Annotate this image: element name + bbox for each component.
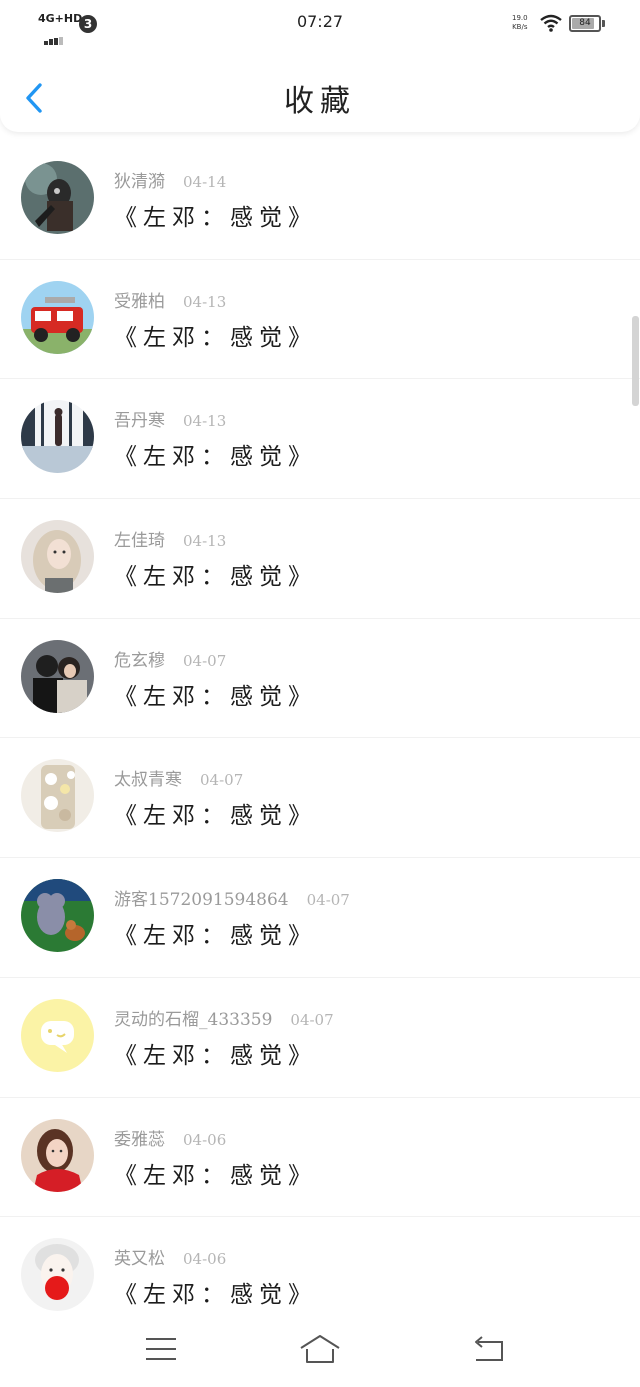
home-button[interactable] bbox=[298, 1332, 342, 1366]
favorite-item[interactable]: 太叔青寒 04-07 《左邓：感觉》 bbox=[0, 738, 640, 859]
avatar[interactable] bbox=[21, 759, 94, 833]
wifi-icon bbox=[540, 14, 562, 32]
user-name: 游客1572091594864 bbox=[114, 890, 289, 911]
avatar-image bbox=[21, 1238, 94, 1312]
avatar[interactable] bbox=[21, 400, 94, 474]
back-icon bbox=[475, 1336, 503, 1361]
item-meta: 委雅蕊 04-06 bbox=[114, 1125, 226, 1150]
avatar-image bbox=[21, 280, 94, 354]
avatar-image bbox=[21, 520, 94, 594]
avatar[interactable] bbox=[21, 1118, 94, 1192]
favorite-title[interactable]: 《左邓：感觉》 bbox=[114, 198, 317, 232]
favorite-title[interactable]: 《左邓：感觉》 bbox=[114, 1156, 317, 1190]
item-date: 04-07 bbox=[290, 1010, 334, 1029]
system-nav-bar bbox=[0, 1318, 640, 1387]
item-meta: 左佳琦 04-13 bbox=[114, 526, 226, 551]
scrollbar[interactable] bbox=[632, 316, 639, 406]
user-name: 狄清漪 bbox=[114, 172, 165, 192]
item-date: 04-13 bbox=[183, 292, 227, 311]
page-title: 收藏 bbox=[284, 84, 356, 119]
item-meta: 游客1572091594864 04-07 bbox=[114, 885, 350, 910]
user-name: 左佳琦 bbox=[114, 531, 165, 552]
item-date: 04-07 bbox=[183, 651, 227, 670]
item-meta: 危玄穆 04-07 bbox=[114, 646, 226, 671]
battery-icon: 84 bbox=[569, 15, 601, 32]
favorites-screen: 4G+HD 3 07:27 19.0 KB/s 84 收藏 狄清漪 04-14 … bbox=[0, 0, 640, 1387]
favorite-item[interactable]: 危玄穆 04-07 《左邓：感觉》 bbox=[0, 619, 640, 739]
item-meta: 灵动的石榴_433359 04-07 bbox=[114, 1005, 334, 1030]
favorite-title[interactable]: 《左邓：感觉》 bbox=[114, 1036, 317, 1070]
user-name: 灵动的石榴_433359 bbox=[114, 1009, 273, 1030]
item-date: 04-13 bbox=[183, 412, 227, 431]
item-date: 04-13 bbox=[183, 532, 227, 551]
favorite-item[interactable]: 灵动的石榴_433359 04-07 《左邓：感觉》 bbox=[0, 978, 640, 1098]
avatar-image bbox=[21, 1118, 94, 1192]
home-icon bbox=[300, 1335, 340, 1363]
favorites-list: 狄清漪 04-14 《左邓：感觉》 受雅柏 04-13 《左邓：感觉》 吾丹寒 04-13 《左… bbox=[0, 140, 640, 1337]
item-meta: 吾丹寒 04-13 bbox=[114, 406, 226, 431]
avatar[interactable] bbox=[21, 639, 94, 713]
favorite-title[interactable]: 《左邓：感觉》 bbox=[114, 796, 317, 830]
item-meta: 英又松 04-06 bbox=[114, 1244, 226, 1269]
favorite-title[interactable]: 《左邓：感觉》 bbox=[114, 318, 317, 352]
avatar[interactable] bbox=[21, 520, 94, 594]
item-meta: 太叔青寒 04-07 bbox=[114, 765, 243, 790]
favorite-title[interactable]: 《左邓：感觉》 bbox=[114, 1275, 317, 1309]
user-name: 委雅蕊 bbox=[114, 1129, 165, 1150]
avatar[interactable] bbox=[21, 1238, 94, 1312]
item-date: 04-07 bbox=[306, 891, 350, 910]
favorite-item[interactable]: 左佳琦 04-13 《左邓：感觉》 bbox=[0, 499, 640, 619]
avatar[interactable] bbox=[21, 879, 94, 953]
back-nav-button[interactable] bbox=[466, 1332, 510, 1366]
favorite-item[interactable]: 游客1572091594864 04-07 《左邓：感觉》 bbox=[0, 858, 640, 978]
menu-icon bbox=[146, 1338, 176, 1360]
user-name: 太叔青寒 bbox=[114, 770, 182, 791]
favorite-item[interactable]: 委雅蕊 04-06 《左邓：感觉》 bbox=[0, 1098, 640, 1218]
favorite-item[interactable]: 受雅柏 04-13 《左邓：感觉》 bbox=[0, 260, 640, 380]
avatar-image bbox=[21, 639, 94, 713]
avatar[interactable] bbox=[21, 161, 94, 234]
item-meta: 狄清漪 04-14 bbox=[114, 167, 226, 192]
header: 4G+HD 3 07:27 19.0 KB/s 84 收藏 bbox=[0, 0, 640, 132]
avatar-image bbox=[21, 759, 94, 833]
status-bar: 4G+HD 3 07:27 19.0 KB/s 84 bbox=[0, 0, 640, 45]
user-name: 吾丹寒 bbox=[114, 411, 165, 432]
favorite-title[interactable]: 《左邓：感觉》 bbox=[114, 677, 317, 711]
menu-button[interactable] bbox=[139, 1332, 183, 1366]
favorite-title[interactable]: 《左邓：感觉》 bbox=[114, 437, 317, 471]
favorite-item[interactable]: 狄清漪 04-14 《左邓：感觉》 bbox=[0, 140, 640, 260]
avatar[interactable] bbox=[21, 998, 94, 1072]
user-name: 危玄穆 bbox=[114, 650, 165, 671]
item-date: 04-06 bbox=[183, 1130, 227, 1149]
avatar-image bbox=[21, 879, 94, 953]
item-date: 04-14 bbox=[183, 173, 227, 191]
item-meta: 受雅柏 04-13 bbox=[114, 287, 226, 312]
avatar-image bbox=[21, 161, 94, 234]
item-date: 04-07 bbox=[200, 771, 244, 790]
avatar-image bbox=[21, 400, 94, 474]
item-date: 04-06 bbox=[183, 1250, 227, 1269]
favorite-title[interactable]: 《左邓：感觉》 bbox=[114, 557, 317, 591]
user-name: 受雅柏 bbox=[114, 291, 165, 312]
avatar-image bbox=[21, 998, 94, 1072]
favorite-title[interactable]: 《左邓：感觉》 bbox=[114, 916, 317, 950]
favorite-item[interactable]: 吾丹寒 04-13 《左邓：感觉》 bbox=[0, 379, 640, 500]
avatar[interactable] bbox=[21, 280, 94, 354]
network-speed: 19.0 KB/s bbox=[512, 14, 528, 31]
user-name: 英又松 bbox=[114, 1249, 165, 1270]
